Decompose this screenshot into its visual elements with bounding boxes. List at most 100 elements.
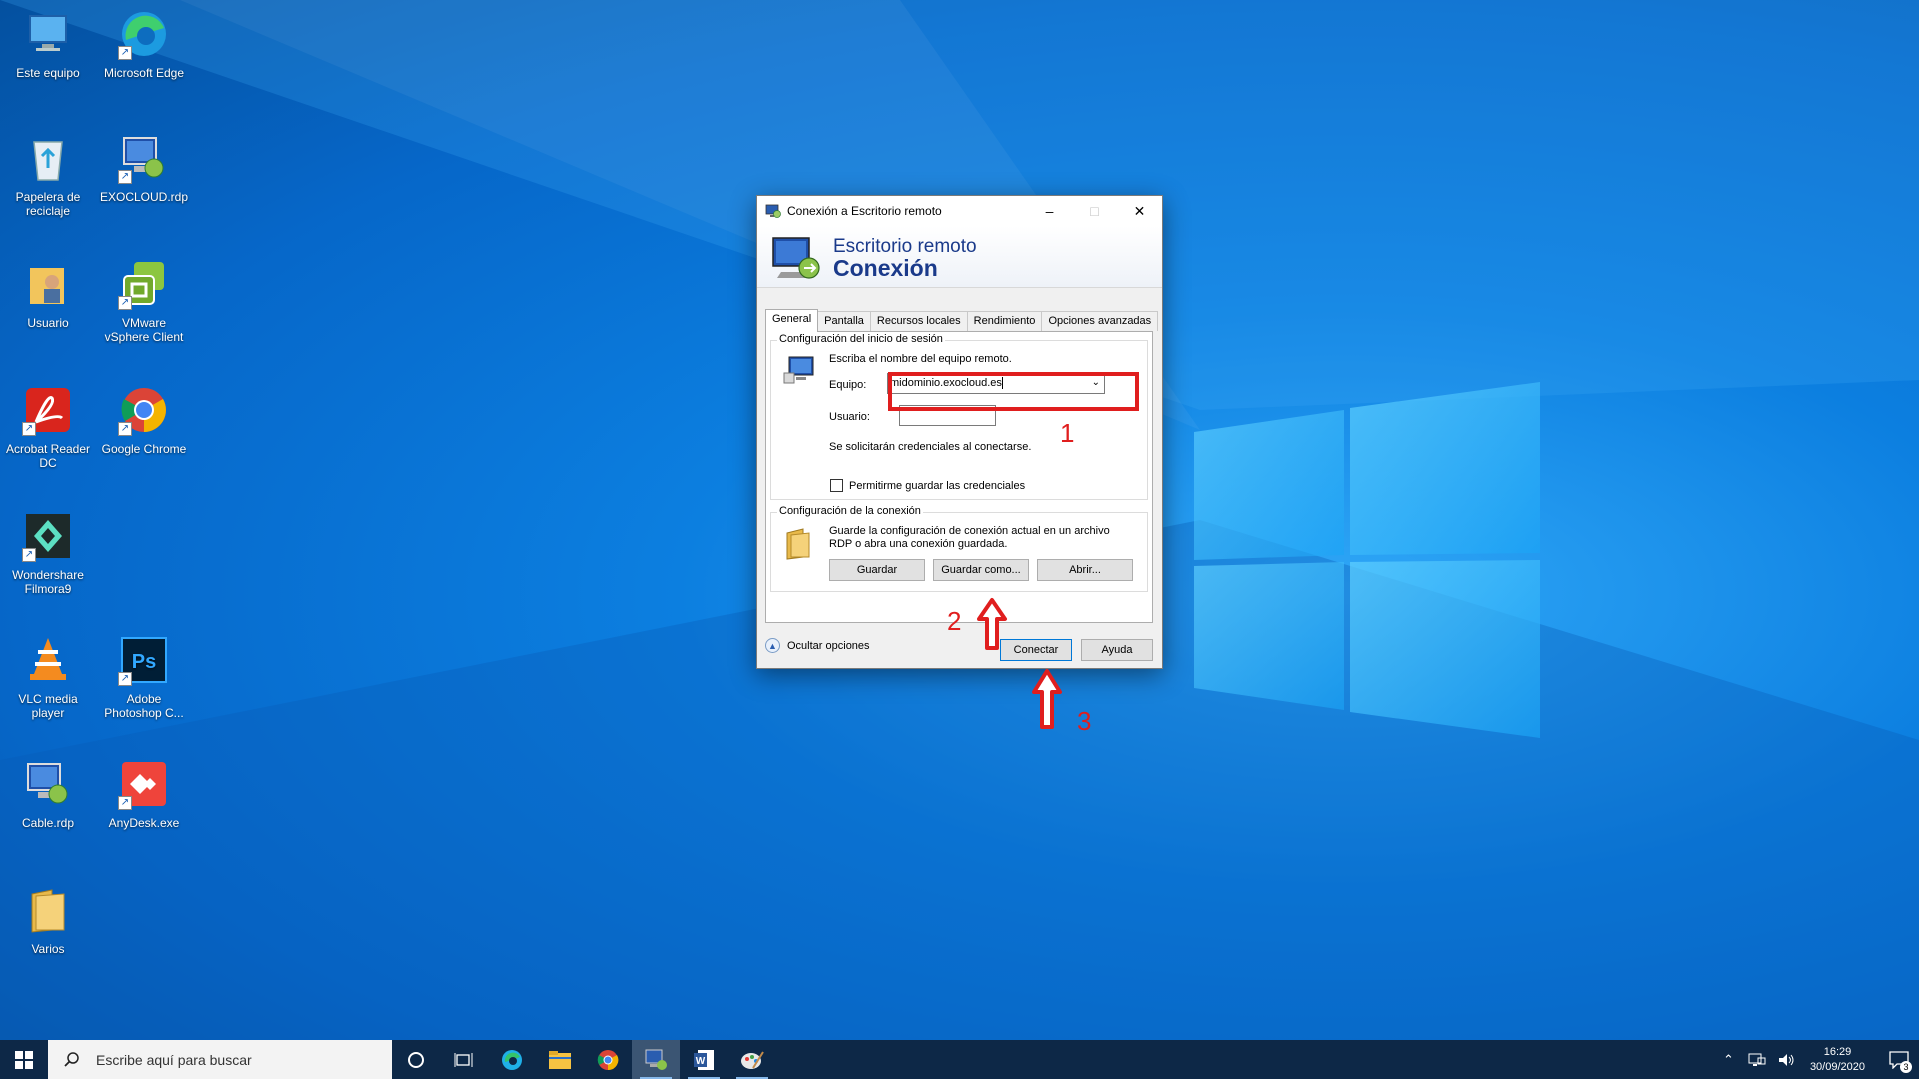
- desktop-icon[interactable]: ↗ AnyDesk.exe: [98, 758, 190, 830]
- notification-center-button[interactable]: 3: [1879, 1040, 1919, 1079]
- save-button[interactable]: Guardar: [829, 559, 925, 581]
- desktop-icon[interactable]: ↗ Google Chrome: [98, 384, 190, 456]
- vlc-icon: [22, 634, 74, 686]
- desktop-icon-label: AnyDesk.exe: [108, 816, 180, 830]
- desktop-icon[interactable]: Varios: [2, 884, 94, 956]
- open-button[interactable]: Abrir...: [1037, 559, 1133, 581]
- desktop-icon-label: VLC media player: [18, 692, 78, 720]
- dialog-titlebar[interactable]: Conexión a Escritorio remoto – □ ✕: [757, 196, 1162, 226]
- tab-opciones-avanzadas[interactable]: Opciones avanzadas: [1041, 311, 1159, 331]
- computer-icon: [783, 356, 814, 384]
- desktop-icon-label: VMware vSphere Client: [104, 316, 184, 344]
- chrome-icon: [597, 1049, 619, 1070]
- show-hidden-icons-chevron-icon[interactable]: ⌃: [1715, 1052, 1742, 1068]
- close-button[interactable]: ✕: [1117, 196, 1162, 226]
- acrobat-icon: ↗: [22, 384, 74, 436]
- shortcut-arrow-icon: ↗: [118, 170, 132, 184]
- recycle-bin-icon: [22, 132, 74, 184]
- notification-count-badge: 3: [1900, 1061, 1912, 1073]
- desktop-icon[interactable]: Cable.rdp: [2, 758, 94, 830]
- remote-desktop-dialog: Conexión a Escritorio remoto – □ ✕ Escri…: [756, 195, 1163, 669]
- search-box[interactable]: Escribe aquí para buscar: [48, 1040, 392, 1079]
- taskbar-chrome[interactable]: [584, 1040, 632, 1079]
- maximize-button: □: [1072, 196, 1117, 226]
- shortcut-arrow-icon: ↗: [118, 672, 132, 686]
- task-view-icon: [454, 1052, 473, 1067]
- desktop-icon-label: Microsoft Edge: [103, 66, 185, 80]
- shortcut-arrow-icon: ↗: [118, 422, 132, 436]
- clock[interactable]: 16:29 30/09/2020: [1810, 1045, 1865, 1075]
- hide-options-toggle[interactable]: ▲ Ocultar opciones: [765, 638, 870, 653]
- desktop-icon-label: Google Chrome: [101, 442, 187, 456]
- volume-icon[interactable]: [1778, 1052, 1796, 1068]
- help-button[interactable]: Ayuda: [1081, 639, 1153, 661]
- login-group-legend: Configuración del inicio de sesión: [777, 333, 945, 345]
- save-as-button[interactable]: Guardar como...: [933, 559, 1029, 581]
- clock-date: 30/09/2020: [1809, 1060, 1865, 1073]
- edge-icon: [502, 1049, 522, 1070]
- start-button[interactable]: [0, 1040, 48, 1079]
- search-icon: [48, 1051, 96, 1068]
- tab-recursos-locales[interactable]: Recursos locales: [869, 311, 968, 331]
- desktop-icon-label: EXOCLOUD.rdp: [99, 190, 189, 204]
- shortcut-arrow-icon: ↗: [118, 296, 132, 310]
- connection-description-line1: Guarde la configuración de conexión actu…: [829, 525, 1110, 537]
- desktop-icon[interactable]: Ps ↗ Adobe Photoshop C...: [98, 634, 190, 720]
- tab-rendimiento[interactable]: Rendimiento: [966, 311, 1043, 331]
- connection-description-line2: RDP o abra una conexión guardada.: [829, 538, 1008, 550]
- desktop-icon[interactable]: ↗ Wondershare Filmora9: [2, 510, 94, 596]
- banner-title-line2: Conexión: [833, 255, 938, 281]
- search-placeholder: Escribe aquí para buscar: [96, 1051, 252, 1068]
- computer-label: Equipo:: [829, 379, 867, 391]
- taskbar: Escribe aquí para buscar W ⌃ 16:29 30/09…: [0, 1040, 1919, 1079]
- tab-pantalla[interactable]: Pantalla: [817, 311, 871, 331]
- dialog-banner: Escritorio remoto Conexión: [757, 226, 1162, 288]
- folder-icon: [786, 528, 810, 560]
- cortana-icon: [408, 1051, 424, 1068]
- shortcut-arrow-icon: ↗: [22, 548, 36, 562]
- desktop-icon[interactable]: VLC media player: [2, 634, 94, 720]
- save-credentials-label[interactable]: Permitirme guardar las credenciales: [849, 480, 1025, 492]
- dialog-title: Conexión a Escritorio remoto: [787, 204, 942, 218]
- chevron-up-icon: ▲: [765, 638, 780, 653]
- network-icon[interactable]: [1748, 1052, 1766, 1068]
- annotation-arrow-up-icon: [977, 598, 1007, 650]
- desktop-icon-label: Acrobat Reader DC: [5, 442, 91, 470]
- minimize-button[interactable]: –: [1027, 196, 1072, 226]
- tab-general[interactable]: General: [765, 309, 819, 332]
- rdp-file-icon: [22, 758, 74, 810]
- save-credentials-checkbox[interactable]: [830, 479, 843, 492]
- connect-button[interactable]: Conectar: [1000, 639, 1072, 661]
- desktop-icon-label: Cable.rdp: [21, 816, 75, 830]
- taskbar-remote-desktop[interactable]: [632, 1040, 680, 1079]
- windows-logo-icon: [15, 1050, 33, 1069]
- login-settings-group: Configuración del inicio de sesión Escri…: [770, 333, 1148, 500]
- taskbar-paint[interactable]: [728, 1040, 776, 1079]
- desktop-icon[interactable]: ↗ Microsoft Edge: [98, 8, 190, 80]
- edge-icon: ↗: [118, 8, 170, 60]
- taskbar-file-explorer[interactable]: [536, 1040, 584, 1079]
- maximize-icon: □: [1090, 203, 1099, 219]
- taskbar-word[interactable]: W: [680, 1040, 728, 1079]
- svg-text:Ps: Ps: [132, 651, 156, 673]
- minimize-icon: –: [1045, 203, 1054, 219]
- clock-time: 16:29: [1823, 1045, 1852, 1058]
- remote-desktop-app-icon: [765, 204, 781, 218]
- connection-group-legend: Configuración de la conexión: [777, 505, 923, 517]
- folder-icon: [22, 884, 74, 936]
- credentials-note: Se solicitarán credenciales al conectars…: [829, 441, 1032, 453]
- desktop-icon-label: Usuario: [27, 316, 69, 330]
- remote-desktop-logo-icon: [772, 237, 820, 279]
- desktop-icon[interactable]: ↗ Acrobat Reader DC: [2, 384, 94, 470]
- desktop-icon[interactable]: Papelera de reciclaje: [2, 132, 94, 218]
- task-view-button[interactable]: [440, 1040, 488, 1079]
- cortana-button[interactable]: [392, 1040, 440, 1079]
- desktop-icon[interactable]: Usuario: [2, 258, 94, 330]
- taskbar-edge[interactable]: [488, 1040, 536, 1079]
- desktop-icon[interactable]: ↗ EXOCLOUD.rdp: [98, 132, 190, 204]
- vmware-icon: ↗: [118, 258, 170, 310]
- desktop-icon[interactable]: Este equipo: [2, 8, 94, 80]
- desktop-icon[interactable]: ↗ VMware vSphere Client: [98, 258, 190, 344]
- svg-text:W: W: [696, 1056, 706, 1067]
- word-icon: W: [694, 1049, 714, 1070]
